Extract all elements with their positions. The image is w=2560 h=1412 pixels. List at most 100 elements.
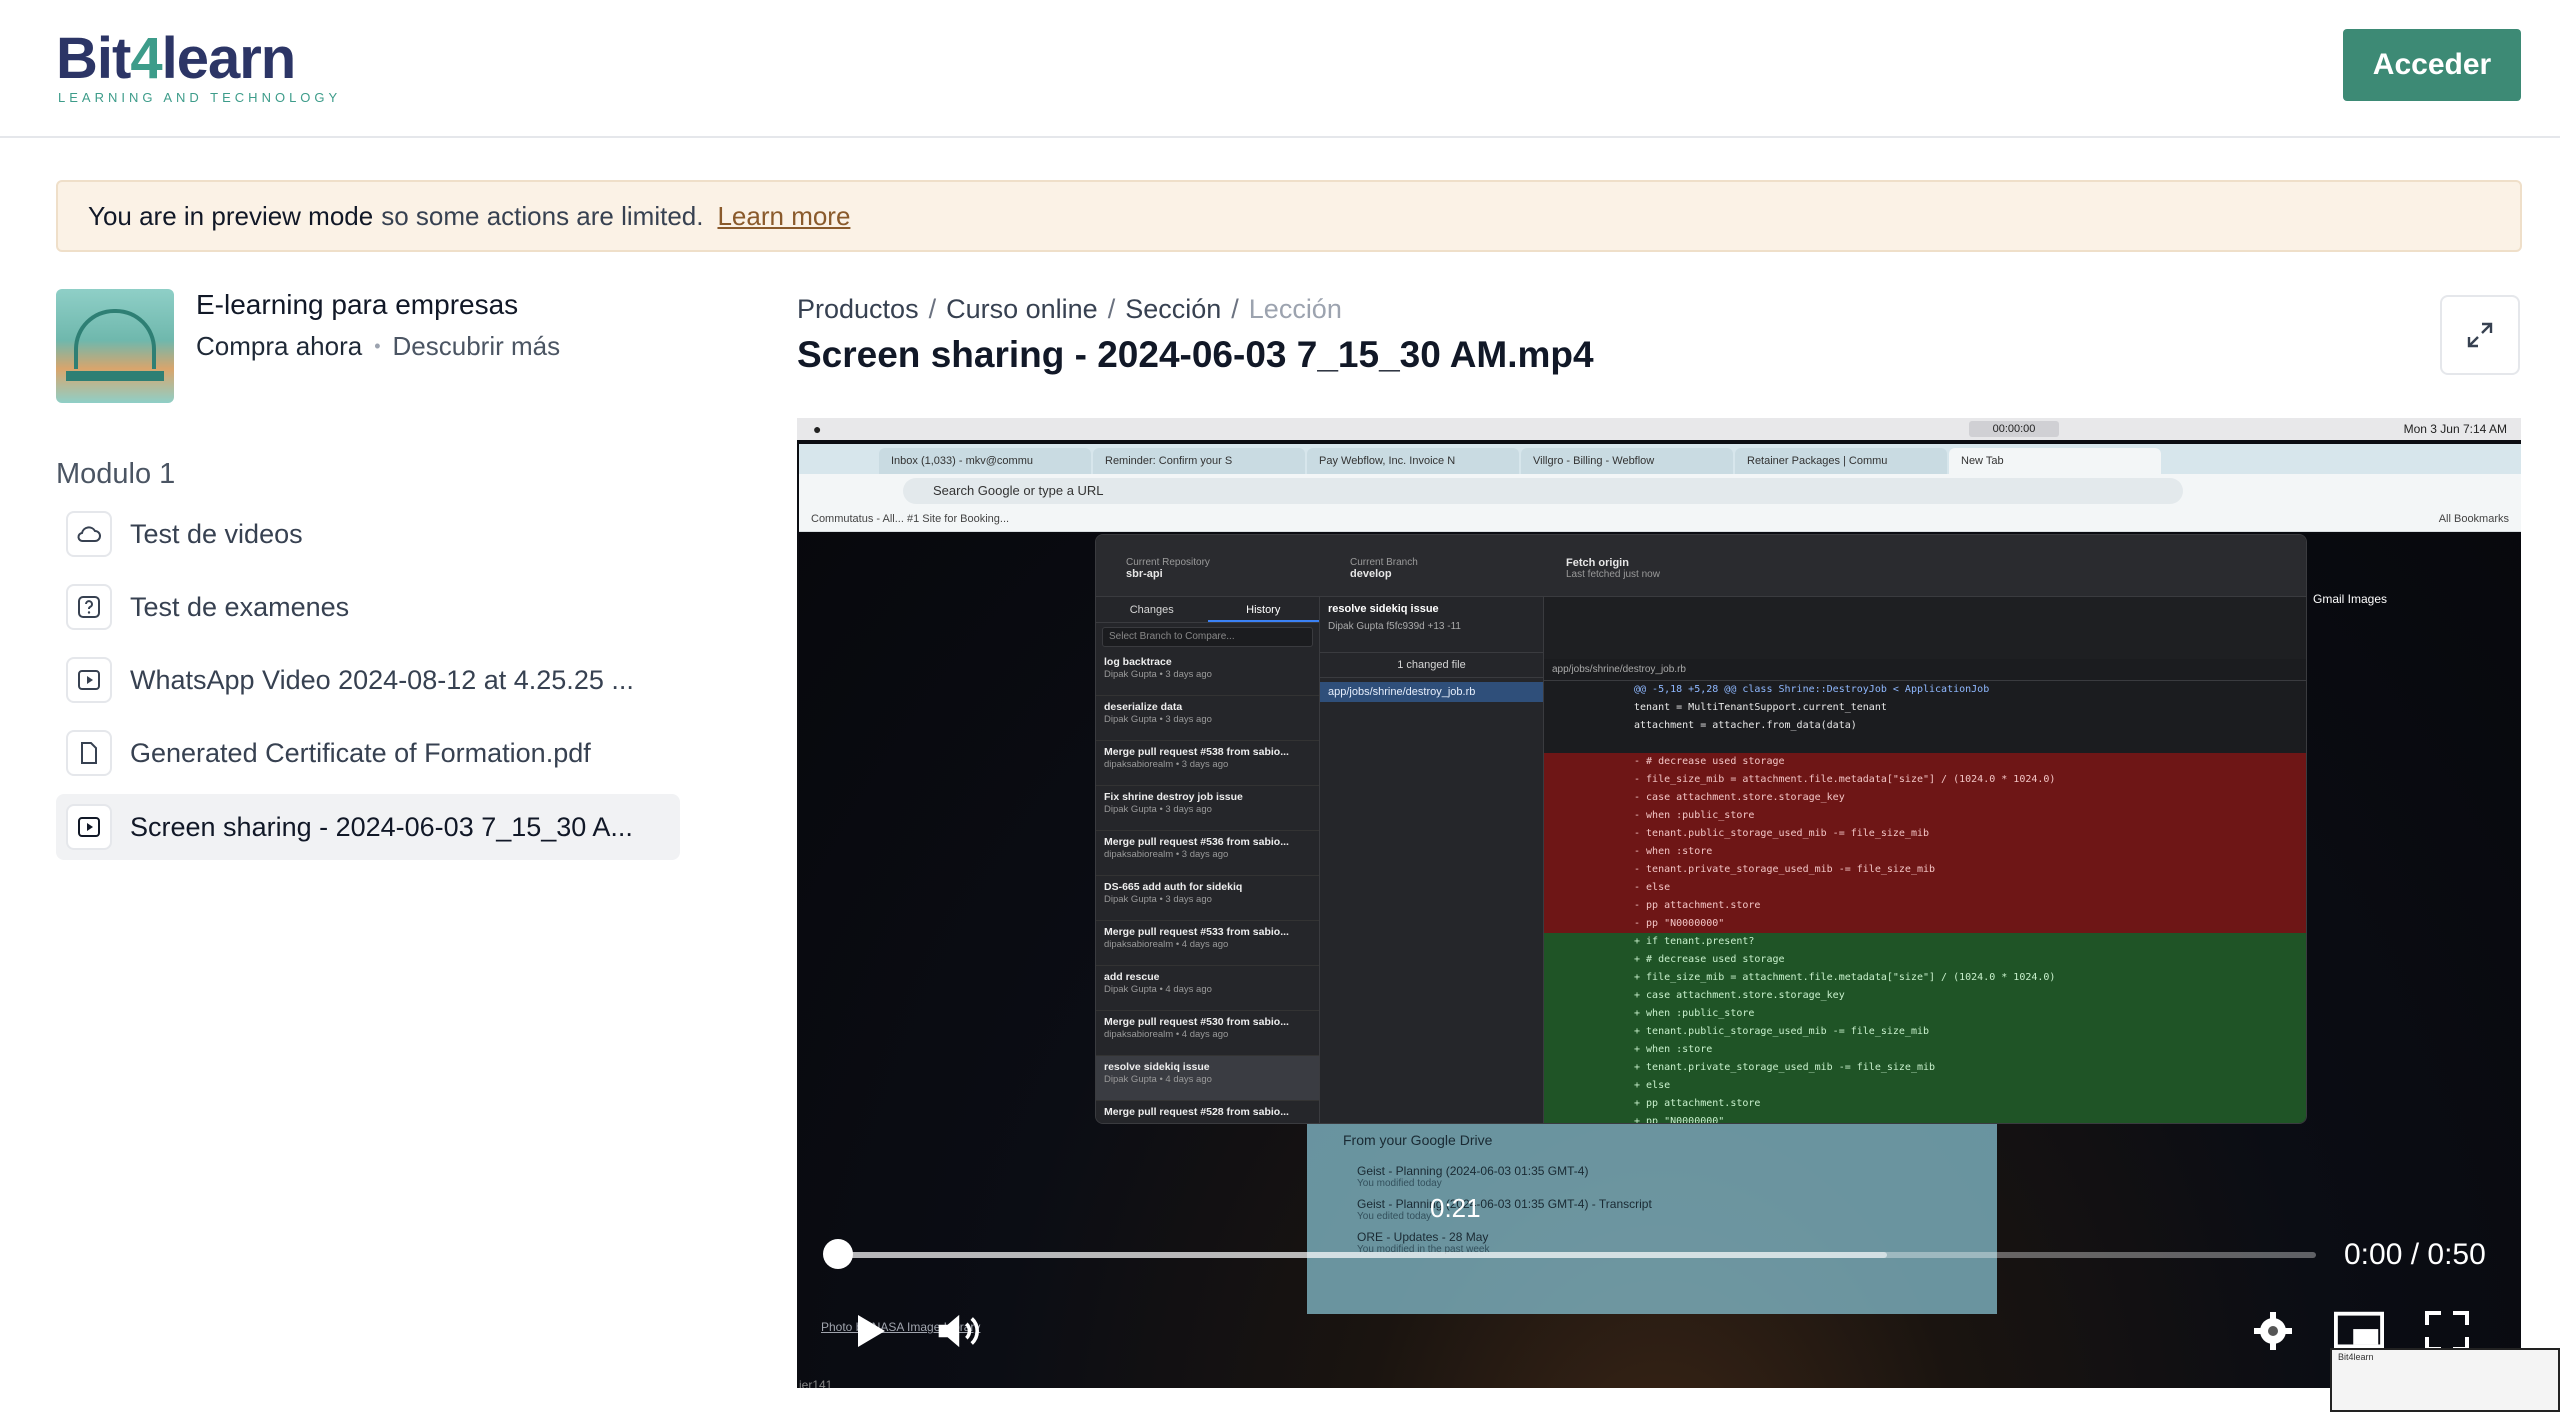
settings-button[interactable]	[2248, 1306, 2298, 1356]
login-button[interactable]: Acceder	[2343, 29, 2521, 101]
diff-line: - tenant.public_storage_used_mib -= file…	[1544, 825, 2306, 843]
git-commit-panel: resolve sidekiq issue Dipak Gupta f5fc939…	[1320, 597, 1544, 1123]
commit-item: Fix shrine destroy job issue Dipak Gupta …	[1096, 786, 1319, 831]
diff-line: + else	[1544, 1077, 2306, 1095]
diff-line: - when :store	[1544, 843, 2306, 861]
diff-line: + pp attachment.store	[1544, 1095, 2306, 1113]
breadcrumb-item[interactable]: Sección	[1125, 294, 1221, 325]
diff-line: + if tenant.present?	[1544, 933, 2306, 951]
diff-line: - else	[1544, 879, 2306, 897]
cloud-icon	[66, 511, 112, 557]
commit-item: Merge pull request #530 from sabio... dip…	[1096, 1011, 1319, 1056]
apple-icon: ●	[813, 421, 822, 437]
volume-button[interactable]	[936, 1306, 986, 1356]
recording-timer: 00:00:00	[1969, 421, 2059, 437]
breadcrumb-item[interactable]: Curso online	[946, 294, 1098, 325]
diff-line: - # decrease used storage	[1544, 753, 2306, 771]
diff-line: - pp attachment.store	[1544, 897, 2306, 915]
diff-line: - case attachment.store.storage_key	[1544, 789, 2306, 807]
git-history-panel: Changes History Select Branch to Compare…	[1096, 597, 1320, 1123]
bookmarks-bar: Commutatus - All... #1 Site for Booking.…	[799, 508, 2521, 532]
lesson-item[interactable]: Test de examenes	[56, 574, 680, 640]
lesson-item[interactable]: Generated Certificate of Formation.pdf	[56, 720, 680, 786]
diff-line: + tenant.private_storage_used_mib -= fil…	[1544, 1059, 2306, 1077]
browser-tab: Reminder: Confirm your S	[1093, 448, 1305, 474]
lesson-label: Test de videos	[130, 518, 303, 549]
buffered-bar	[838, 1252, 1888, 1258]
bit4learn-logo[interactable]: Bit4learn LEARNING AND TECHNOLOGY	[56, 26, 342, 106]
commit-item: add rescue Dipak Gupta • 4 days ago	[1096, 966, 1319, 1011]
discover-more-link[interactable]: Descubrir más	[393, 331, 561, 362]
separator-dot: •	[374, 336, 381, 356]
lesson-item[interactable]: WhatsApp Video 2024-08-12 at 4.25.25 ...	[56, 647, 680, 713]
hover-time-tooltip: 0:21	[1430, 1193, 1481, 1223]
commit-item: Merge pull request #533 from sabio... dip…	[1096, 921, 1319, 966]
git-diff-panel: app/jobs/shrine/destroy_job.rb @@ -5,18 …	[1544, 659, 2306, 1123]
course-links: Compra ahora • Descubrir más	[196, 331, 560, 362]
commit-item: Merge pull request #528 from sabio...	[1096, 1101, 1319, 1123]
learn-more-link[interactable]: Learn more	[717, 201, 850, 232]
commit-item: deserialize data Dipak Gupta • 3 days ago	[1096, 696, 1319, 741]
diff-line: attachment = attacher.from_data(data)	[1634, 720, 1857, 731]
mac-clock: Mon 3 Jun 7:14 AM	[2403, 422, 2507, 436]
logo-tagline: LEARNING AND TECHNOLOGY	[58, 90, 342, 105]
module-title: Modulo 1	[56, 458, 176, 490]
diff-line: + file_size_mib = attachment.file.metada…	[1544, 969, 2306, 987]
diff-line: + tenant.public_storage_used_mib -= file…	[1544, 1023, 2306, 1041]
expand-icon	[2467, 322, 2493, 348]
github-desktop-window: Current Repository sbr-api Current Branch…	[1095, 534, 2307, 1124]
lesson-label: Screen sharing - 2024-06-03 7_15_30 A...	[130, 811, 633, 842]
diff-line: + # decrease used storage	[1544, 951, 2306, 969]
play-icon	[858, 1315, 885, 1347]
time-display: 0:00 / 0:50	[2344, 1238, 2486, 1271]
course-title[interactable]: E-learning para empresas	[196, 289, 518, 321]
pip-preview-thumbnail: Bit4learn	[2330, 1348, 2560, 1412]
gear-icon	[2254, 1312, 2292, 1350]
diff-line	[1544, 735, 2306, 753]
breadcrumb-current: Lección	[1248, 294, 1342, 324]
course-thumbnail[interactable]	[56, 289, 174, 403]
breadcrumb: Productos / Curso online / Sección / Lec…	[797, 294, 1342, 325]
lesson-item[interactable]: Test de videos	[56, 501, 680, 567]
browser-tab: Inbox (1,033) - mkv@commu	[879, 448, 1091, 474]
diff-line: - when :public_store	[1544, 807, 2306, 825]
preview-banner: You are in preview mode so some actions …	[56, 180, 2522, 252]
diff-line: tenant = MultiTenantSupport.current_tena…	[1634, 702, 1887, 713]
diff-line: - tenant.private_storage_used_mib -= fil…	[1544, 861, 2306, 879]
browser-tabs: Inbox (1,033) - mkv@commu Reminder: Conf…	[799, 444, 2521, 474]
buy-now-link[interactable]: Compra ahora	[196, 331, 362, 362]
google-drive-popup: From your Google Drive Geist - Planning …	[1307, 1124, 1997, 1314]
git-toolbar: Current Repository sbr-api Current Branch…	[1096, 535, 2306, 597]
lesson-label: Generated Certificate of Formation.pdf	[130, 737, 591, 768]
volume-icon	[938, 1314, 979, 1348]
diff-line: - pp "N0000000"	[1544, 915, 2306, 933]
recorded-browser: Inbox (1,033) - mkv@commu Reminder: Conf…	[799, 444, 2521, 1388]
video-player[interactable]: ● 00:00:00 Mon 3 Jun 7:14 AM Inbox (1,03…	[797, 418, 2521, 1388]
page-title: Screen sharing - 2024-06-03 7_15_30 AM.m…	[797, 334, 1594, 375]
lesson-item-active[interactable]: Screen sharing - 2024-06-03 7_15_30 A...	[56, 794, 680, 860]
diff-line: + pp "N0000000"	[1544, 1113, 2306, 1123]
diff-line: - file_size_mib = attachment.file.metada…	[1544, 771, 2306, 789]
progress-handle[interactable]	[823, 1239, 853, 1269]
browser-tab: New Tab	[1949, 448, 2161, 474]
browser-tab: Retainer Packages | Commu	[1735, 448, 1947, 474]
progress-bar[interactable]	[838, 1252, 2316, 1258]
lesson-label: WhatsApp Video 2024-08-12 at 4.25.25 ...	[130, 664, 634, 695]
logo-wordmark: Bit4learn	[56, 26, 296, 91]
commit-item: log backtrace Dipak Gupta • 3 days ago	[1096, 651, 1319, 696]
document-icon	[66, 730, 112, 776]
commit-item: DS-665 add auth for sidekiq Dipak Gupta •…	[1096, 876, 1319, 921]
browser-tab: Pay Webflow, Inc. Invoice N	[1307, 448, 1519, 474]
expand-button[interactable]	[2440, 295, 2520, 375]
site-header: Bit4learn LEARNING AND TECHNOLOGY Accede…	[0, 0, 2560, 138]
video-icon	[66, 657, 112, 703]
commit-item: Merge pull request #536 from sabio... dip…	[1096, 831, 1319, 876]
browser-url-box: Search Google or type a URL	[903, 478, 2183, 504]
video-icon	[66, 804, 112, 850]
diff-line: + when :public_store	[1544, 1005, 2306, 1023]
google-links: Gmail Images	[2313, 592, 2388, 606]
play-button[interactable]	[846, 1306, 896, 1356]
browser-tab: Villgro - Billing - Webflow	[1521, 448, 1733, 474]
question-icon	[66, 584, 112, 630]
breadcrumb-item[interactable]: Productos	[797, 294, 919, 325]
